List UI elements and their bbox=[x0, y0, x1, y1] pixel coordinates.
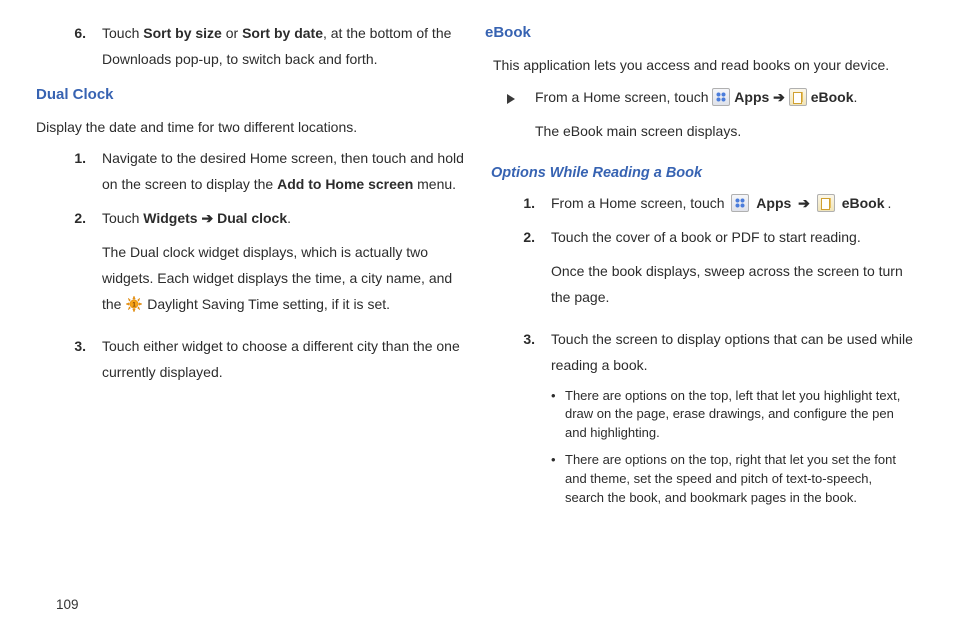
opt-step-3: 3. Touch the screen to display options t… bbox=[505, 327, 914, 516]
step-number: 2. bbox=[505, 225, 551, 319]
step-number: 1. bbox=[505, 191, 551, 217]
left-column: 6. Touch Sort by size or Sort by date, a… bbox=[56, 21, 465, 636]
bullet-dot-icon: • bbox=[551, 451, 565, 508]
bullet-dot-icon: • bbox=[551, 387, 565, 444]
step-number: 6. bbox=[56, 21, 102, 73]
heading-dual-clock: Dual Clock bbox=[36, 81, 465, 109]
step-number: 2. bbox=[56, 206, 102, 326]
step-6-text: Touch Sort by size or Sort by date, at t… bbox=[102, 21, 465, 73]
opt-step-1-text: From a Home screen, touch Apps ➔ eBook. bbox=[551, 191, 914, 217]
ebook-launch: From a Home screen, touch Apps ➔ eBook. … bbox=[505, 85, 914, 153]
ebook-icon bbox=[817, 194, 835, 212]
page-number: 109 bbox=[56, 597, 79, 612]
ebook-icon bbox=[789, 88, 807, 106]
step-number: 1. bbox=[56, 146, 102, 198]
dc-step-2-text: Touch Widgets ➔ Dual clock. The Dual clo… bbox=[102, 206, 465, 326]
dual-clock-intro: Display the date and time for two differ… bbox=[36, 115, 465, 141]
opt-bullet-1-text: There are options on the top, left that … bbox=[565, 387, 914, 444]
right-column: eBook This application lets you access a… bbox=[505, 21, 914, 636]
step-number: 3. bbox=[505, 327, 551, 516]
dc-step-1: 1. Navigate to the desired Home screen, … bbox=[56, 146, 465, 198]
dc-step-3-text: Touch either widget to choose a differen… bbox=[102, 334, 465, 386]
opt-step-1: 1. From a Home screen, touch Apps ➔ eBoo… bbox=[505, 191, 914, 217]
manual-page: 6. Touch Sort by size or Sort by date, a… bbox=[0, 0, 954, 636]
ebook-intro: This application lets you access and rea… bbox=[493, 53, 914, 79]
dc-step-1-text: Navigate to the desired Home screen, the… bbox=[102, 146, 465, 198]
dst-sun-icon: 1 bbox=[125, 295, 143, 313]
opt-bullet-1: • There are options on the top, left tha… bbox=[551, 387, 914, 444]
opt-bullets: • There are options on the top, left tha… bbox=[551, 387, 914, 508]
options-steps: 1. From a Home screen, touch Apps ➔ eBoo… bbox=[505, 191, 914, 515]
ebook-launch-step: From a Home screen, touch Apps ➔ eBook. … bbox=[505, 85, 914, 153]
step-number: 3. bbox=[56, 334, 102, 386]
dc-step-3: 3. Touch either widget to choose a diffe… bbox=[56, 334, 465, 386]
dc-step-2: 2. Touch Widgets ➔ Dual clock. The Dual … bbox=[56, 206, 465, 326]
ebook-launch-text: From a Home screen, touch Apps ➔ eBook. … bbox=[535, 85, 914, 153]
triangle-bullet-icon bbox=[505, 85, 535, 153]
opt-step-2: 2. Touch the cover of a book or PDF to s… bbox=[505, 225, 914, 319]
opt-bullet-2: • There are options on the top, right th… bbox=[551, 451, 914, 508]
heading-ebook: eBook bbox=[485, 19, 914, 47]
opt-bullet-2-text: There are options on the top, right that… bbox=[565, 451, 914, 508]
opt-step-2-text: Touch the cover of a book or PDF to star… bbox=[551, 225, 914, 319]
opt-step-3-text: Touch the screen to display options that… bbox=[551, 327, 914, 516]
downloads-step-list-cont: 6. Touch Sort by size or Sort by date, a… bbox=[56, 21, 465, 73]
dual-clock-steps: 1. Navigate to the desired Home screen, … bbox=[56, 146, 465, 385]
heading-options-reading: Options While Reading a Book bbox=[491, 160, 914, 187]
apps-grid-icon bbox=[712, 88, 730, 106]
step-6: 6. Touch Sort by size or Sort by date, a… bbox=[56, 21, 465, 73]
apps-grid-icon bbox=[731, 194, 749, 212]
